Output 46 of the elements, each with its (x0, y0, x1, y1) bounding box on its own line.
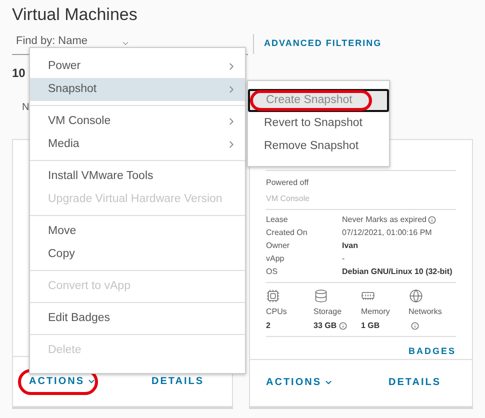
menu-item[interactable]: Media (30, 133, 245, 156)
power-status: Powered off (266, 177, 309, 189)
field-label: OS (266, 266, 279, 278)
page-title: Virtual Machines (12, 4, 138, 26)
resource-value: 1 GB (361, 320, 380, 332)
field-label: Lease (266, 214, 289, 226)
menu-item[interactable]: VM Console (30, 110, 245, 133)
resource-value: 33 GB (314, 320, 337, 332)
menu-item[interactable]: Snapshot (30, 78, 245, 101)
caret-icon (86, 377, 96, 386)
field-label: Created On (266, 227, 308, 239)
vm-count: 10 (12, 65, 26, 82)
info-icon[interactable] (428, 216, 436, 224)
menu-item[interactable]: Power (30, 55, 245, 78)
menu-item[interactable]: Edit Badges (30, 307, 245, 330)
submenu-item[interactable]: Revert to Snapshot (248, 112, 389, 135)
submenu-item[interactable]: Remove Snapshot (248, 135, 389, 158)
resource-value: 2 (266, 320, 270, 332)
advanced-filtering-link[interactable]: ADVANCED FILTERING (264, 37, 382, 51)
column-heading: N (22, 101, 30, 115)
caret-icon (121, 39, 130, 48)
memory-icon (361, 289, 375, 303)
details-link[interactable]: DETAILS (152, 374, 204, 389)
field-value: 07/12/2021, 01:00:16 PM (342, 227, 432, 239)
field-label: vApp (266, 253, 286, 265)
field-value: Never Marks as expired (342, 214, 426, 226)
resource-label: CPUs (266, 306, 287, 318)
database-icon (314, 289, 328, 303)
badges-link[interactable]: BADGES (408, 345, 456, 358)
resource-label: Storage (314, 306, 342, 318)
info-icon[interactable] (410, 322, 418, 330)
globe-icon (408, 289, 422, 303)
resource-label: Networks (408, 306, 442, 318)
menu-item[interactable]: Install VMware Tools (30, 165, 245, 188)
field-label: Owner (266, 240, 291, 252)
field-value: Debian GNU/Linux 10 (32-bit) (342, 266, 452, 278)
menu-item[interactable]: Copy (30, 243, 245, 266)
resource-label: Memory (361, 306, 390, 318)
field-value: - (342, 253, 345, 265)
field-value: Ivan (342, 240, 358, 252)
actions-button[interactable]: ACTIONS (266, 375, 332, 390)
actions-button[interactable]: ACTIONS (29, 374, 96, 389)
info-icon[interactable] (338, 322, 347, 330)
chip-icon (266, 289, 280, 303)
menu-item[interactable]: Move (30, 220, 245, 243)
details-link[interactable]: DETAILS (388, 375, 442, 390)
